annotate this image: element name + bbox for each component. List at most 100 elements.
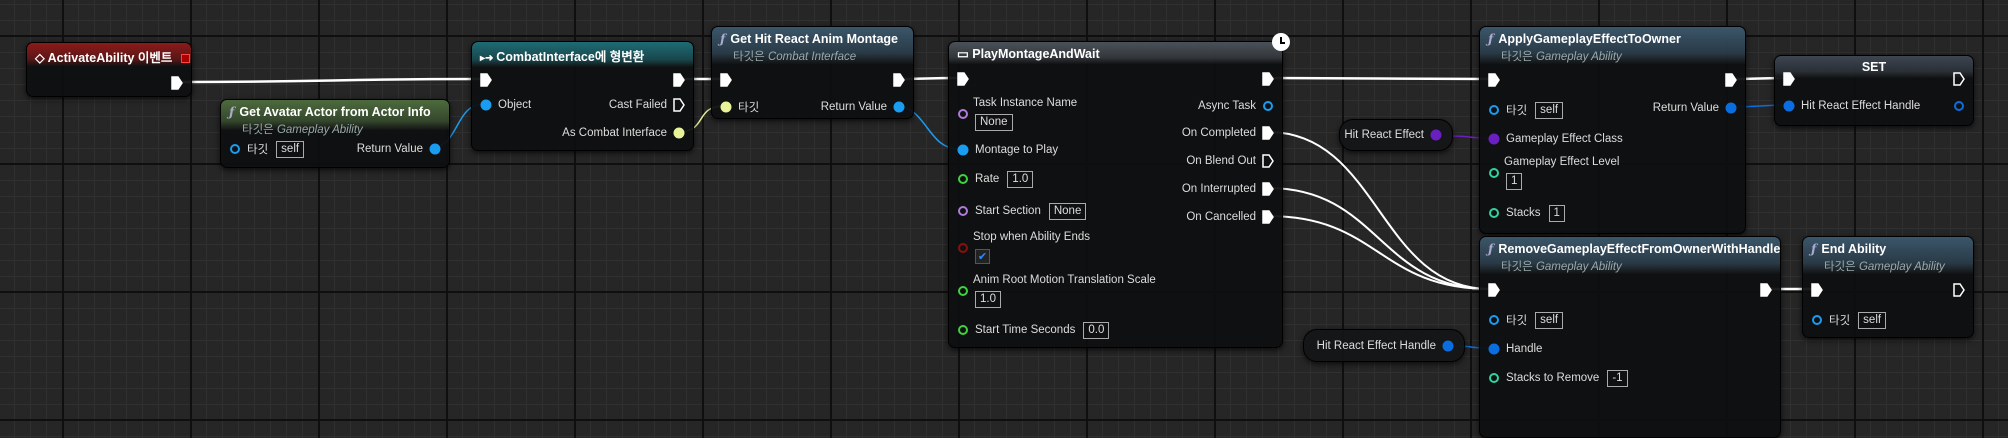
node-avatar[interactable]: ƒ Get Avatar Actor from Actor Info 타깃은 Gam…: [220, 99, 450, 168]
pin-value-field[interactable]: self: [276, 140, 305, 158]
input-pin-task-instance-name[interactable]: [957, 106, 969, 122]
exec-pin-icon[interactable]: [1783, 72, 1795, 86]
node-header[interactable]: ƒ End Ability 타깃은 Gameplay Ability: [1803, 237, 1973, 274]
pin-value-field[interactable]: 1: [1506, 173, 1523, 190]
node-header[interactable]: ƒ ApplyGameplayEffectToOwner 타깃은 Gameplay …: [1480, 27, 1745, 64]
node-header[interactable]: ƒ RemoveGameplayEffectFromOwnerWithHandle…: [1480, 237, 1780, 274]
node-set[interactable]: SET Hit React Effect Handle: [1774, 55, 1974, 126]
input-pin-gameplay-effect-level[interactable]: [1488, 165, 1500, 181]
node-header[interactable]: ƒ Get Avatar Actor from Actor Info 타깃은 Gam…: [221, 100, 449, 136]
data-pin-icon[interactable]: [1262, 99, 1274, 113]
input-pin-exec[interactable]: [1783, 71, 1795, 87]
pin-value-field[interactable]: 1: [1548, 204, 1565, 222]
exec-pin-icon[interactable]: [1725, 73, 1737, 87]
output-pin-return-value[interactable]: Return Value: [351, 141, 441, 157]
node-remove[interactable]: ƒ RemoveGameplayEffectFromOwnerWithHandle…: [1479, 236, 1781, 438]
data-pin-icon[interactable]: [957, 284, 969, 298]
input-pin-gameplay-effect-class[interactable]: Gameplay Effect Class: [1488, 131, 1629, 147]
checkbox[interactable]: ✔: [975, 249, 990, 264]
output-pin-exec[interactable]: [171, 75, 183, 91]
input-pin-stacks[interactable]: Stacks 1: [1488, 204, 1565, 222]
input-pin-rate[interactable]: Rate 1.0: [957, 170, 1034, 188]
exec-pin-icon[interactable]: [957, 72, 969, 86]
output-pin-data[interactable]: [1953, 98, 1965, 114]
output-pin-cast-failed[interactable]: Cast Failed: [603, 97, 685, 113]
exec-pin-icon[interactable]: [1262, 210, 1274, 224]
data-pin-icon[interactable]: [1783, 99, 1795, 113]
input-pin-exec[interactable]: [480, 72, 492, 88]
data-pin-icon[interactable]: [1725, 101, 1737, 115]
exec-pin-icon[interactable]: [171, 76, 183, 90]
data-pin-icon[interactable]: [1488, 313, 1500, 327]
variable-getter-hreh[interactable]: Hit React Effect Handle: [1303, 329, 1465, 362]
input-pin-타깃[interactable]: 타깃 self: [1811, 311, 1887, 329]
input-pin-타깃[interactable]: 타깃: [720, 99, 765, 115]
node-header[interactable]: ƒ Get Hit React Anim Montage 타깃은 Combat In…: [712, 27, 913, 64]
data-pin-icon[interactable]: [480, 98, 492, 112]
data-pin-icon[interactable]: [720, 100, 732, 114]
node-play[interactable]: ▭ PlayMontageAndWait Task Instance Name No…: [948, 33, 1290, 348]
node-header[interactable]: ◇ ActivateAbility 이벤트: [27, 43, 191, 66]
input-pin-stop-when-ability-ends[interactable]: [957, 240, 969, 256]
pin-value-field[interactable]: 1.0: [1007, 170, 1034, 188]
data-pin-icon[interactable]: [1430, 128, 1442, 142]
input-pin-타깃[interactable]: 타깃 self: [1488, 101, 1564, 119]
data-pin-icon[interactable]: [893, 100, 905, 114]
input-pin-타깃[interactable]: 타깃 self: [229, 140, 305, 158]
output-pin-exec[interactable]: [1953, 282, 1965, 298]
input-pin-start-section[interactable]: Start Section None: [957, 202, 1087, 220]
output-pin-on-blend-out[interactable]: On Blend Out: [1180, 153, 1274, 169]
input-pin-exec[interactable]: [1811, 282, 1823, 298]
data-pin-icon[interactable]: [229, 142, 241, 156]
pin-value-field[interactable]: 0.0: [1083, 321, 1110, 339]
node-end[interactable]: ƒ End Ability 타깃은 Gameplay Ability 타깃 self: [1802, 236, 1974, 338]
pin-value-field[interactable]: None: [975, 114, 1013, 131]
exec-pin-icon[interactable]: [480, 73, 492, 87]
pin-value-field[interactable]: self: [1535, 101, 1564, 119]
output-pin-return-value[interactable]: Return Value: [1647, 100, 1737, 116]
data-pin-icon[interactable]: [1488, 132, 1500, 146]
output-pin-on-cancelled[interactable]: On Cancelled: [1180, 209, 1274, 225]
input-pin-exec[interactable]: [957, 71, 969, 87]
data-pin-icon[interactable]: [1488, 103, 1500, 117]
output-pin-exec[interactable]: [1262, 71, 1274, 87]
breakpoint-icon[interactable]: [181, 54, 191, 64]
input-pin-handle[interactable]: Handle: [1488, 341, 1548, 357]
output-pin-exec[interactable]: [893, 72, 905, 88]
exec-pin-icon[interactable]: [673, 73, 685, 87]
node-header[interactable]: ▸➜ CombatInterface에 형변환: [472, 42, 693, 67]
pin-value-field[interactable]: None: [1048, 202, 1087, 220]
output-pin-async-task[interactable]: Async Task: [1192, 98, 1274, 114]
data-pin-icon[interactable]: [673, 126, 685, 140]
input-pin-stacks-to-remove[interactable]: Stacks to Remove -1: [1488, 369, 1628, 387]
input-pin-object[interactable]: Object: [480, 97, 537, 113]
exec-pin-icon[interactable]: [893, 73, 905, 87]
pin-value-field[interactable]: self: [1535, 311, 1564, 329]
input-pin-start-time-seconds[interactable]: Start Time Seconds 0.0: [957, 321, 1110, 339]
data-pin-icon[interactable]: [1953, 99, 1965, 113]
output-pin-exec[interactable]: [1725, 72, 1737, 88]
exec-pin-icon[interactable]: [1953, 283, 1965, 297]
input-pin-exec[interactable]: [1488, 72, 1500, 88]
exec-pin-icon[interactable]: [1262, 154, 1274, 168]
input-pin-anim-root-motion-translation-scale[interactable]: [957, 283, 969, 299]
variable-getter-hre[interactable]: Hit React Effect: [1339, 119, 1453, 151]
data-pin-icon[interactable]: [1488, 342, 1500, 356]
data-pin-icon[interactable]: [1488, 371, 1500, 385]
input-pin-exec[interactable]: [720, 72, 732, 88]
pin-value-field[interactable]: -1: [1607, 369, 1628, 387]
output-pin-as-combat-interface[interactable]: As Combat Interface: [556, 125, 685, 141]
data-pin-icon[interactable]: [1811, 313, 1823, 327]
node-hitreact[interactable]: ƒ Get Hit React Anim Montage 타깃은 Combat In…: [711, 26, 914, 119]
exec-pin-icon[interactable]: [1760, 283, 1772, 297]
exec-pin-icon[interactable]: [1262, 72, 1274, 86]
exec-pin-icon[interactable]: [720, 73, 732, 87]
output-pin-on-interrupted[interactable]: On Interrupted: [1176, 181, 1274, 197]
output-pin-on-completed[interactable]: On Completed: [1176, 125, 1274, 141]
data-pin-icon[interactable]: [1442, 339, 1454, 353]
node-header[interactable]: ▭ PlayMontageAndWait: [949, 42, 1282, 64]
pin-value-field[interactable]: self: [1858, 311, 1887, 329]
data-pin-icon[interactable]: [957, 143, 969, 157]
exec-pin-icon[interactable]: [1488, 73, 1500, 87]
data-pin-icon[interactable]: [429, 142, 441, 156]
